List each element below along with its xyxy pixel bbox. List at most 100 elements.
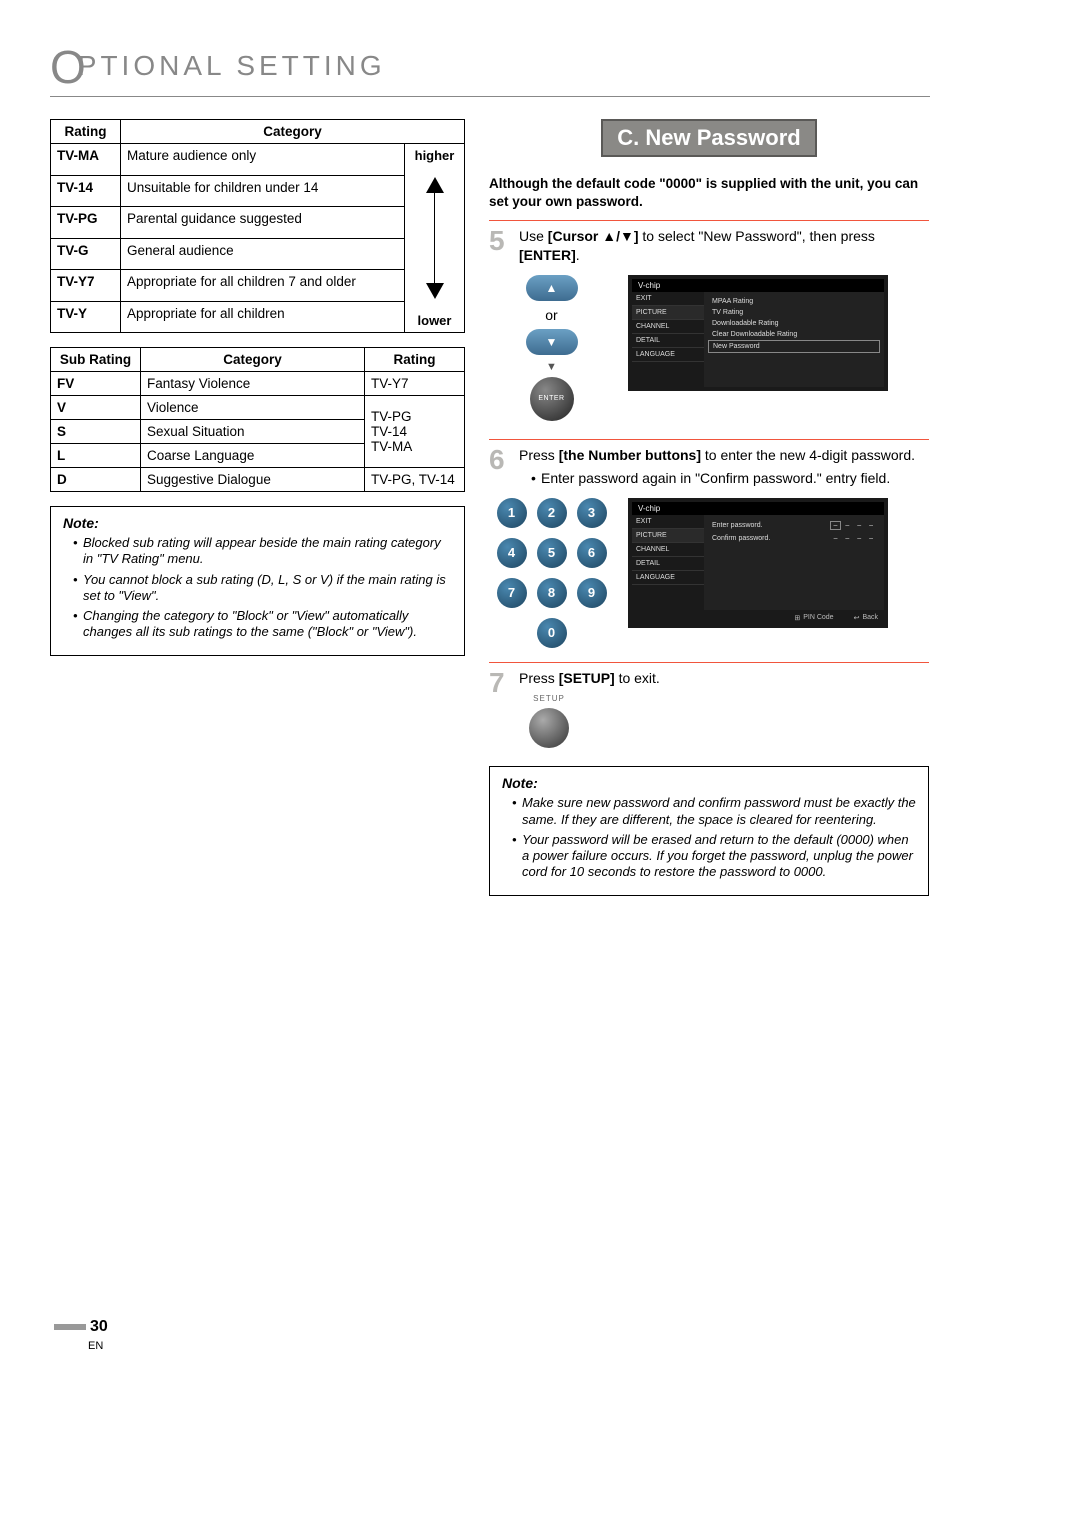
sub-cell: FV <box>51 372 141 396</box>
higher-lower-arrow-cell: higher lower <box>405 144 465 333</box>
step7-text-b: [SETUP] <box>559 670 615 686</box>
category-cell: Mature audience only <box>121 144 405 176</box>
step5-text-a: Use <box>519 228 548 244</box>
step7-text-a: Press <box>519 670 559 686</box>
note-title: Note: <box>502 775 916 791</box>
remote-keypad-illustration: 1 2 3 4 5 6 7 8 9 0 <box>489 498 614 648</box>
note-item: Make sure new password and confirm passw… <box>512 795 916 828</box>
sub-cat-cell: Violence <box>141 396 365 420</box>
remote-or-label: or <box>489 307 614 323</box>
sub-ratings-table: Sub Rating Category Rating FV Fantasy Vi… <box>50 347 465 492</box>
keypad-key-icon: 8 <box>537 578 567 608</box>
confirm-password-label: Confirm password. <box>712 535 770 542</box>
remote-cursor-illustration: ▲ or ▼ ▼ ENTER <box>489 275 614 425</box>
keypad-key-icon: 4 <box>497 538 527 568</box>
tv-title: V-chip <box>632 279 884 292</box>
tv-left-item: EXIT <box>632 515 704 529</box>
higher-label: higher <box>407 148 462 163</box>
sub-cell: V <box>51 396 141 420</box>
note-item: Changing the category to "Block" or "Vie… <box>73 608 452 641</box>
sub-cat-cell: Coarse Language <box>141 444 365 468</box>
setup-label: SETUP <box>519 694 579 705</box>
keypad-key-icon: 1 <box>497 498 527 528</box>
sub-cell: D <box>51 468 141 492</box>
step-7: 7 Press [SETUP] to exit. SETUP <box>489 662 929 753</box>
sub-rating-cell: TV-PG, TV-14 <box>365 468 465 492</box>
cursor-down-button-icon: ▼ <box>526 329 578 355</box>
setup-button-icon <box>529 708 569 748</box>
tv-option: Clear Downloadable Rating <box>708 329 880 340</box>
tv-option: Downloadable Rating <box>708 318 880 329</box>
step-number: 6 <box>489 446 511 488</box>
step5-text-c: to select "New Password", then press <box>639 228 875 244</box>
sub-rating-cell: TV-Y7 <box>365 372 465 396</box>
header-rest: PTIONAL SETTING <box>78 50 386 81</box>
category-cell: Appropriate for all children 7 and older <box>121 270 405 302</box>
step6-text-b: [the Number buttons] <box>559 447 701 463</box>
sub-header-sub: Sub Rating <box>51 348 141 372</box>
rating-cell: TV-PG <box>51 207 121 239</box>
tv-option-selected: New Password <box>708 340 880 353</box>
tv-screen-menu-newpassword: V-chip EXIT PICTURE CHANNEL DETAIL LANGU… <box>628 275 888 391</box>
ratings-header-rating: Rating <box>51 120 121 144</box>
step6-bullet: Enter password again in "Confirm passwor… <box>531 469 929 488</box>
tv-option: MPAA Rating <box>708 296 880 307</box>
keypad-key-icon: 9 <box>577 578 607 608</box>
ratings-header-category: Category <box>121 120 465 144</box>
cursor-up-button-icon: ▲ <box>526 275 578 301</box>
page-number: 30 <box>54 1318 108 1336</box>
category-cell: General audience <box>121 238 405 270</box>
tv-title: V-chip <box>632 502 884 515</box>
pin-code-label: ⊞PIN Code <box>794 614 833 622</box>
enter-button-icon: ENTER <box>530 377 574 421</box>
rating-cell: TV-G <box>51 238 121 270</box>
tv-left-item: LANGUAGE <box>632 571 704 585</box>
tv-left-item: DETAIL <box>632 334 704 348</box>
step5-text-e: . <box>576 247 580 263</box>
note-item: You cannot block a sub rating (D, L, S o… <box>73 572 452 605</box>
page-header: OPTIONAL SETTING <box>50 40 930 97</box>
back-label: ↩Back <box>854 614 878 622</box>
note-item: Your password will be erased and return … <box>512 832 916 881</box>
tv-option: TV Rating <box>708 307 880 318</box>
sub-cell: S <box>51 420 141 444</box>
step6-text-c: to enter the new 4-digit password. <box>701 447 915 463</box>
keypad-key-icon: 5 <box>537 538 567 568</box>
section-c-header: C. New Password <box>601 119 816 157</box>
sub-cat-cell: Fantasy Violence <box>141 372 365 396</box>
step-6: 6 Press [the Number buttons] to enter th… <box>489 439 929 488</box>
category-cell: Appropriate for all children <box>121 301 405 333</box>
sub-cat-cell: Suggestive Dialogue <box>141 468 365 492</box>
tv-left-item: PICTURE <box>632 529 704 543</box>
step6-text-a: Press <box>519 447 559 463</box>
step7-text-c: to exit. <box>615 670 660 686</box>
note-box-1: Note: Blocked sub rating will appear bes… <box>50 506 465 656</box>
step-number: 5 <box>489 227 511 265</box>
vertical-arrow-icon <box>407 163 462 313</box>
step5-text-b: [Cursor ▲/▼] <box>548 228 639 244</box>
step-number: 7 <box>489 669 511 753</box>
keypad-key-icon: 3 <box>577 498 607 528</box>
note-box-2: Note: Make sure new password and confirm… <box>489 766 929 895</box>
lower-label: lower <box>407 313 462 328</box>
step5-text-d: [ENTER] <box>519 247 576 263</box>
rating-cell: TV-14 <box>51 175 121 207</box>
sub-header-category: Category <box>141 348 365 372</box>
password-dashes: – – – – <box>834 535 876 542</box>
sub-cell: L <box>51 444 141 468</box>
category-cell: Parental guidance suggested <box>121 207 405 239</box>
tv-left-item: EXIT <box>632 292 704 306</box>
note-item: Blocked sub rating will appear beside th… <box>73 535 452 568</box>
rating-cell: TV-MA <box>51 144 121 176</box>
keypad-key-icon: 6 <box>577 538 607 568</box>
password-dashes: – – – <box>845 522 876 529</box>
language-label: EN <box>88 1340 103 1352</box>
ratings-table: Rating Category TV-MA Mature audience on… <box>50 119 465 333</box>
tv-left-item: PICTURE <box>632 306 704 320</box>
enter-password-label: Enter password. <box>712 522 763 529</box>
keypad-key-icon: 7 <box>497 578 527 608</box>
rating-cell: TV-Y7 <box>51 270 121 302</box>
rating-cell: TV-Y <box>51 301 121 333</box>
tv-screen-password-entry: V-chip EXIT PICTURE CHANNEL DETAIL LANGU… <box>628 498 888 628</box>
sub-header-rating: Rating <box>365 348 465 372</box>
